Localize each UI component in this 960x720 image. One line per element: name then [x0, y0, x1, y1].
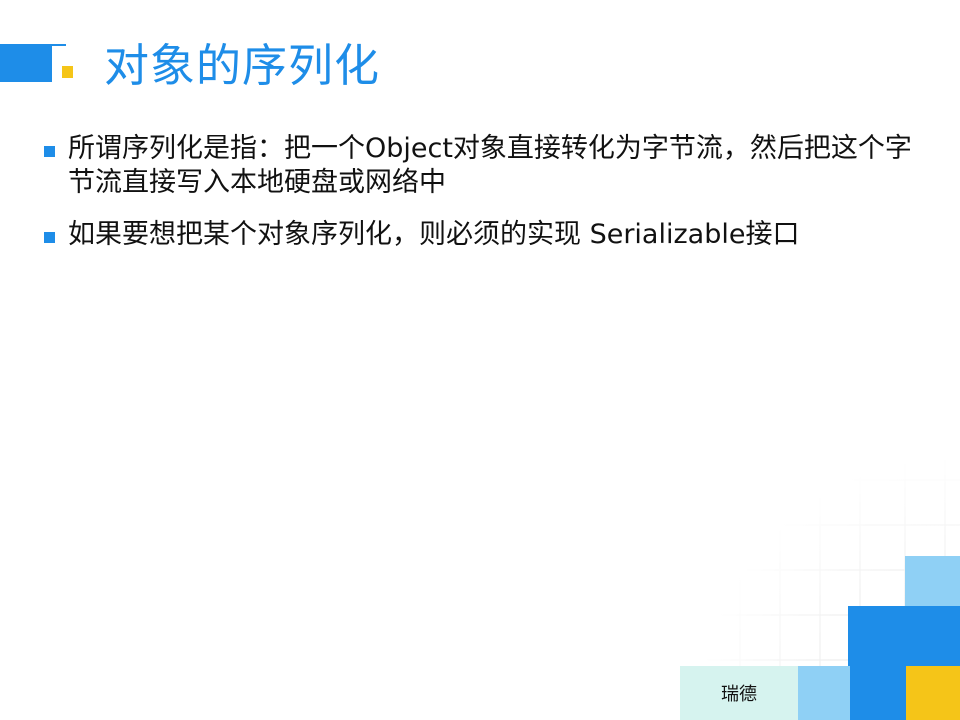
slide-title: 对象的序列化	[104, 39, 381, 92]
slide: 对象的序列化 所谓序列化是指：把一个Object对象直接转化为字节流，然后把这个…	[0, 0, 960, 720]
footer-label: 瑞德	[721, 684, 757, 705]
title-yellow-square	[62, 66, 73, 78]
bullet-item: 如果要想把某个对象序列化，则必须的实现 Serializable接口	[44, 218, 924, 252]
bullet-square-icon	[44, 232, 55, 243]
bullet-text: 所谓序列化是指：把一个Object对象直接转化为字节流，然后把这个字节流直接写入…	[68, 133, 912, 198]
bullet-list: 所谓序列化是指：把一个Object对象直接转化为字节流，然后把这个字节流直接写入…	[44, 132, 924, 270]
bullet-item: 所谓序列化是指：把一个Object对象直接转化为字节流，然后把这个字节流直接写入…	[44, 132, 924, 200]
background-grid-decoration	[500, 240, 960, 720]
bullet-text: 如果要想把某个对象序列化，则必须的实现 Serializable接口	[68, 219, 800, 250]
bullet-square-icon	[44, 146, 55, 157]
